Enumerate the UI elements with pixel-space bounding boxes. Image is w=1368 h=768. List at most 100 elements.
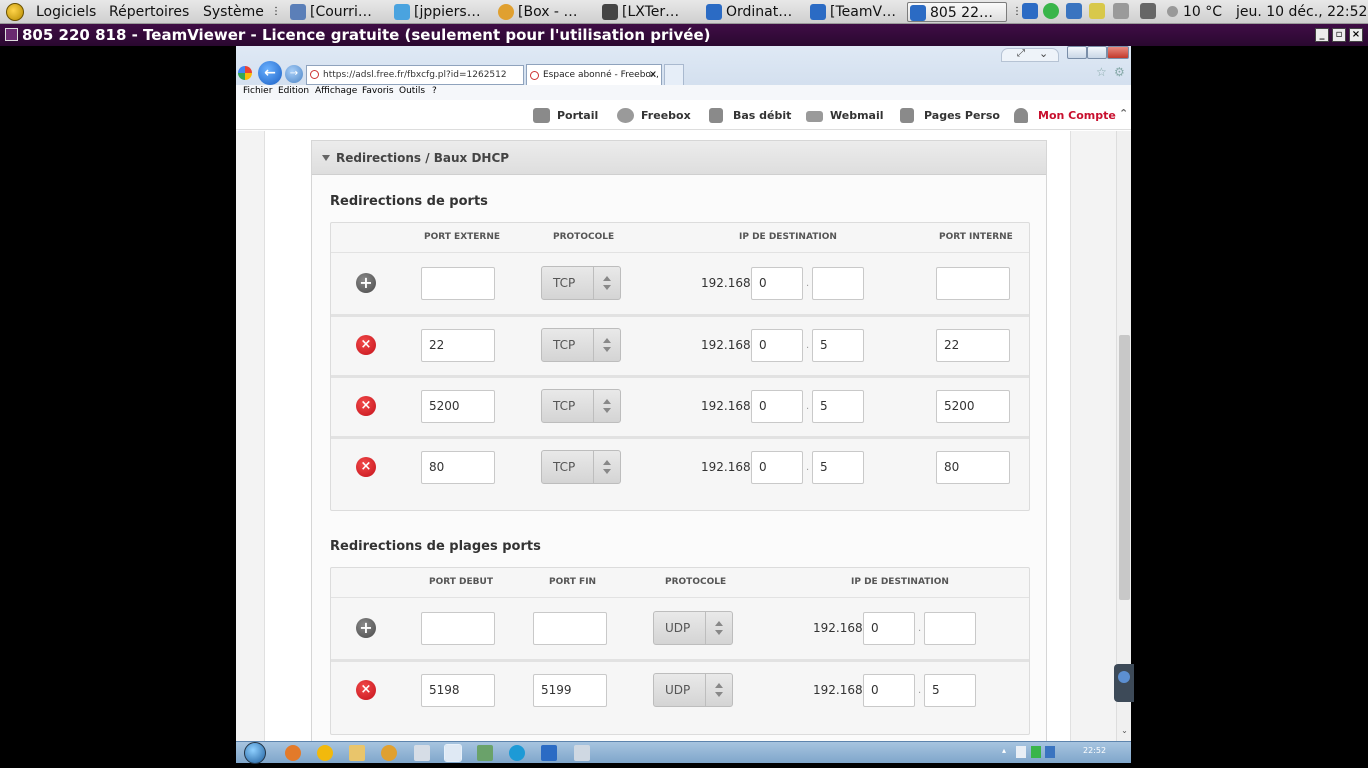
distro-logo-icon[interactable]	[6, 3, 24, 21]
ip-octet3-input[interactable]: 0	[751, 267, 803, 300]
signal-icon[interactable]	[1140, 3, 1156, 19]
panel-clock[interactable]: jeu. 10 déc., 22:52	[1236, 3, 1367, 21]
menu-repertoires[interactable]: Répertoires	[109, 3, 189, 21]
task-remote-session[interactable]: 805 22…	[907, 2, 1007, 22]
network-app-icon[interactable]	[477, 745, 493, 761]
protocol-select[interactable]: UDP	[653, 611, 733, 645]
favorites-star-icon[interactable]: ☆	[1096, 65, 1107, 79]
end-port-input[interactable]: 5199	[533, 674, 607, 707]
forward-icon[interactable]: →	[285, 65, 303, 83]
protocol-select[interactable]: TCP	[541, 328, 621, 362]
weather-temp[interactable]: 10 °C	[1183, 3, 1222, 21]
folder-icon[interactable]	[349, 745, 365, 761]
menu-logiciels[interactable]: Logiciels	[36, 3, 96, 21]
internal-port-input[interactable]: 22	[936, 329, 1010, 362]
internal-port-input[interactable]	[936, 267, 1010, 300]
google-taskbar-icon[interactable]	[444, 744, 462, 762]
ip-octet3-input[interactable]: 0	[751, 451, 803, 484]
external-port-input[interactable]: 5200	[421, 390, 495, 423]
minimize-icon[interactable]: _	[1315, 28, 1329, 42]
tray-volume-icon[interactable]	[1016, 746, 1026, 758]
window-icon[interactable]	[574, 745, 590, 761]
settings-gear-icon[interactable]: ⚙	[1114, 65, 1125, 79]
menu-outils[interactable]: Outils	[399, 86, 425, 96]
ip-octet4-input[interactable]: 5	[924, 674, 976, 707]
task-skype[interactable]: [jppiers…	[392, 2, 492, 22]
ip-octet4-input[interactable]	[812, 267, 864, 300]
task-chrome[interactable]: [Box - …	[496, 2, 592, 22]
menu-fichier[interactable]: Fichier	[243, 86, 272, 96]
address-bar[interactable]: https://adsl.free.fr/fbxcfg.pl?id=126251…	[306, 65, 524, 85]
ip-octet4-input[interactable]: 5	[812, 329, 864, 362]
ip-octet4-input[interactable]	[924, 612, 976, 645]
task-mail[interactable]: [Courri…	[288, 2, 388, 22]
teamviewer-side-panel[interactable]	[1114, 664, 1134, 702]
ip-octet3-input[interactable]: 0	[751, 329, 803, 362]
monitor-tray-icon[interactable]	[1089, 3, 1105, 19]
ip-octet3-input[interactable]: 0	[751, 390, 803, 423]
back-icon[interactable]: ←	[258, 61, 282, 85]
ip-octet4-input[interactable]: 5	[812, 390, 864, 423]
start-port-input[interactable]	[421, 612, 495, 645]
teamviewer-icon[interactable]	[541, 745, 557, 761]
internal-port-input[interactable]: 80	[936, 451, 1010, 484]
tab-close-icon[interactable]: ×	[649, 65, 657, 85]
skype-icon[interactable]	[509, 745, 525, 761]
nav-pages-perso[interactable]: Pages Perso	[900, 108, 1000, 124]
start-port-input[interactable]: 5198	[421, 674, 495, 707]
task-terminal[interactable]: [LXTer…	[600, 2, 696, 22]
phone-tray-icon[interactable]	[1043, 3, 1059, 19]
volume-icon[interactable]	[1113, 3, 1129, 19]
fullscreen-icon[interactable]: ⤢	[1017, 48, 1025, 59]
browser-tab[interactable]: Espace abonné - Freebox, l… ×	[526, 64, 662, 86]
chevron-down-icon[interactable]: ⌄	[1039, 47, 1048, 60]
external-port-input[interactable]: 80	[421, 451, 495, 484]
firefox-icon[interactable]	[285, 745, 301, 761]
menu-affichage[interactable]: Affichage	[315, 86, 357, 96]
app-info-icon[interactable]	[317, 745, 333, 761]
tray-network-icon[interactable]	[1031, 746, 1041, 758]
delete-icon[interactable]: ×	[356, 396, 376, 416]
delete-icon[interactable]: ×	[356, 335, 376, 355]
chrome-icon[interactable]	[381, 745, 397, 761]
protocol-select[interactable]: UDP	[653, 673, 733, 707]
protocol-select[interactable]: TCP	[541, 266, 621, 300]
task-ordinateur[interactable]: Ordinat…	[704, 2, 804, 22]
delete-icon[interactable]: ×	[356, 457, 376, 477]
ip-octet3-input[interactable]: 0	[863, 674, 915, 707]
nav-webmail[interactable]: Webmail	[806, 108, 884, 124]
delete-icon[interactable]: ×	[356, 680, 376, 700]
scroll-down-icon[interactable]: ⌄	[1120, 726, 1129, 735]
window-menu-icon[interactable]	[5, 28, 18, 41]
google-icon[interactable]	[238, 66, 252, 80]
remote-toolbar-handle[interactable]	[1001, 48, 1059, 62]
nav-portail[interactable]: Portail	[533, 108, 598, 124]
protocol-select[interactable]: TCP	[541, 389, 621, 423]
ip-octet3-input[interactable]: 0	[863, 612, 915, 645]
protocol-select[interactable]: TCP	[541, 450, 621, 484]
menu-help[interactable]: ?	[432, 86, 437, 96]
external-port-input[interactable]: 22	[421, 329, 495, 362]
end-port-input[interactable]	[533, 612, 607, 645]
add-icon[interactable]: +	[356, 618, 376, 638]
dropbox-tray-icon[interactable]	[1066, 3, 1082, 19]
windows-start-icon[interactable]	[244, 742, 266, 764]
tray-expand-icon[interactable]: ▴	[1002, 746, 1006, 755]
maximize-icon[interactable]: ▫	[1332, 28, 1346, 42]
internal-port-input[interactable]: 5200	[936, 390, 1010, 423]
add-icon[interactable]: +	[356, 273, 376, 293]
browser-minimize-icon[interactable]	[1067, 46, 1087, 59]
new-tab-button[interactable]	[664, 64, 684, 86]
menu-systeme[interactable]: Système	[203, 3, 264, 21]
menu-favoris[interactable]: Favoris	[362, 86, 394, 96]
panel-header[interactable]: Redirections / Baux DHCP	[312, 141, 1046, 175]
menu-edition[interactable]: Edition	[278, 86, 309, 96]
nav-mon-compte[interactable]: Mon Compte	[1014, 108, 1116, 124]
close-icon[interactable]: ×	[1349, 28, 1363, 42]
task-teamviewer[interactable]: [TeamV…	[808, 2, 904, 22]
scroll-up-icon[interactable]: ⌃	[1119, 107, 1128, 120]
document-icon[interactable]	[414, 745, 430, 761]
nav-bas-debit[interactable]: Bas débit	[709, 108, 791, 124]
teamviewer-tray-icon[interactable]	[1022, 3, 1038, 19]
nav-freebox[interactable]: Freebox	[617, 108, 691, 124]
